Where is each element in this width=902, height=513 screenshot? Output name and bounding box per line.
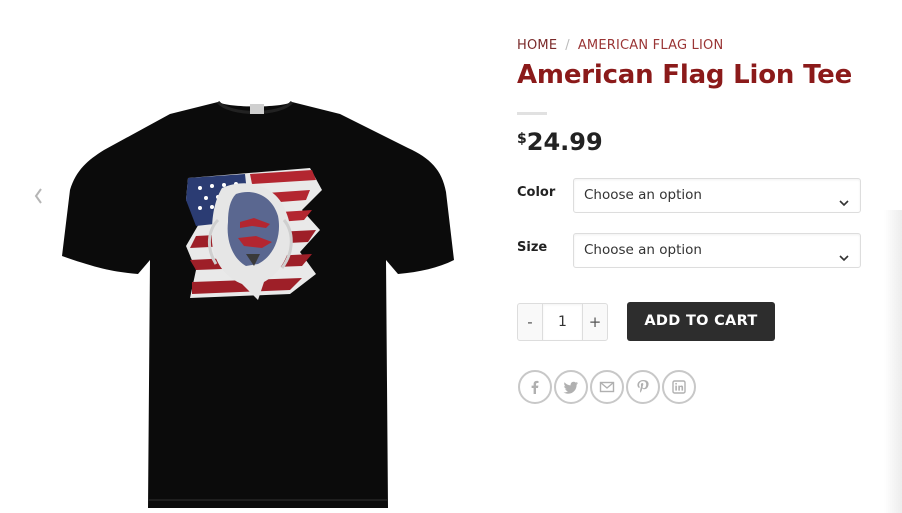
share-linkedin-button[interactable]	[662, 370, 696, 404]
color-select[interactable]: Choose an option	[573, 178, 861, 213]
side-panel-edge	[884, 210, 902, 513]
share-twitter-button[interactable]	[554, 370, 588, 404]
quantity-minus-button[interactable]: -	[517, 303, 543, 341]
pinterest-icon	[637, 380, 649, 393]
breadcrumb-separator: /	[565, 38, 570, 53]
quantity-plus-button[interactable]: +	[582, 303, 608, 341]
size-select[interactable]: Choose an option	[573, 233, 861, 268]
share-facebook-button[interactable]	[518, 370, 552, 404]
product-image[interactable]	[40, 70, 470, 513]
product-title: American Flag Lion Tee	[517, 60, 853, 90]
twitter-icon	[563, 381, 578, 394]
facebook-icon	[531, 380, 539, 394]
chevron-down-icon	[838, 189, 850, 207]
size-label: Size	[517, 240, 548, 255]
color-select-value: Choose an option	[584, 187, 702, 203]
add-to-cart-button[interactable]: ADD TO CART	[627, 302, 775, 341]
breadcrumb: HOME / AMERICAN FLAG LION	[517, 38, 723, 53]
quantity-input[interactable]: 1	[543, 303, 582, 341]
email-icon	[599, 381, 615, 393]
title-divider	[517, 112, 547, 115]
breadcrumb-category-link[interactable]: AMERICAN FLAG LION	[578, 38, 724, 53]
size-select-value: Choose an option	[584, 242, 702, 258]
color-label: Color	[517, 185, 556, 200]
price-currency: $	[517, 131, 527, 147]
price-amount: 24.99	[526, 128, 603, 156]
product-price: $24.99	[517, 128, 603, 156]
chevron-down-icon	[838, 244, 850, 262]
share-pinterest-button[interactable]	[626, 370, 660, 404]
linkedin-icon	[672, 380, 686, 394]
share-email-button[interactable]	[590, 370, 624, 404]
breadcrumb-home-link[interactable]: HOME	[517, 38, 557, 53]
